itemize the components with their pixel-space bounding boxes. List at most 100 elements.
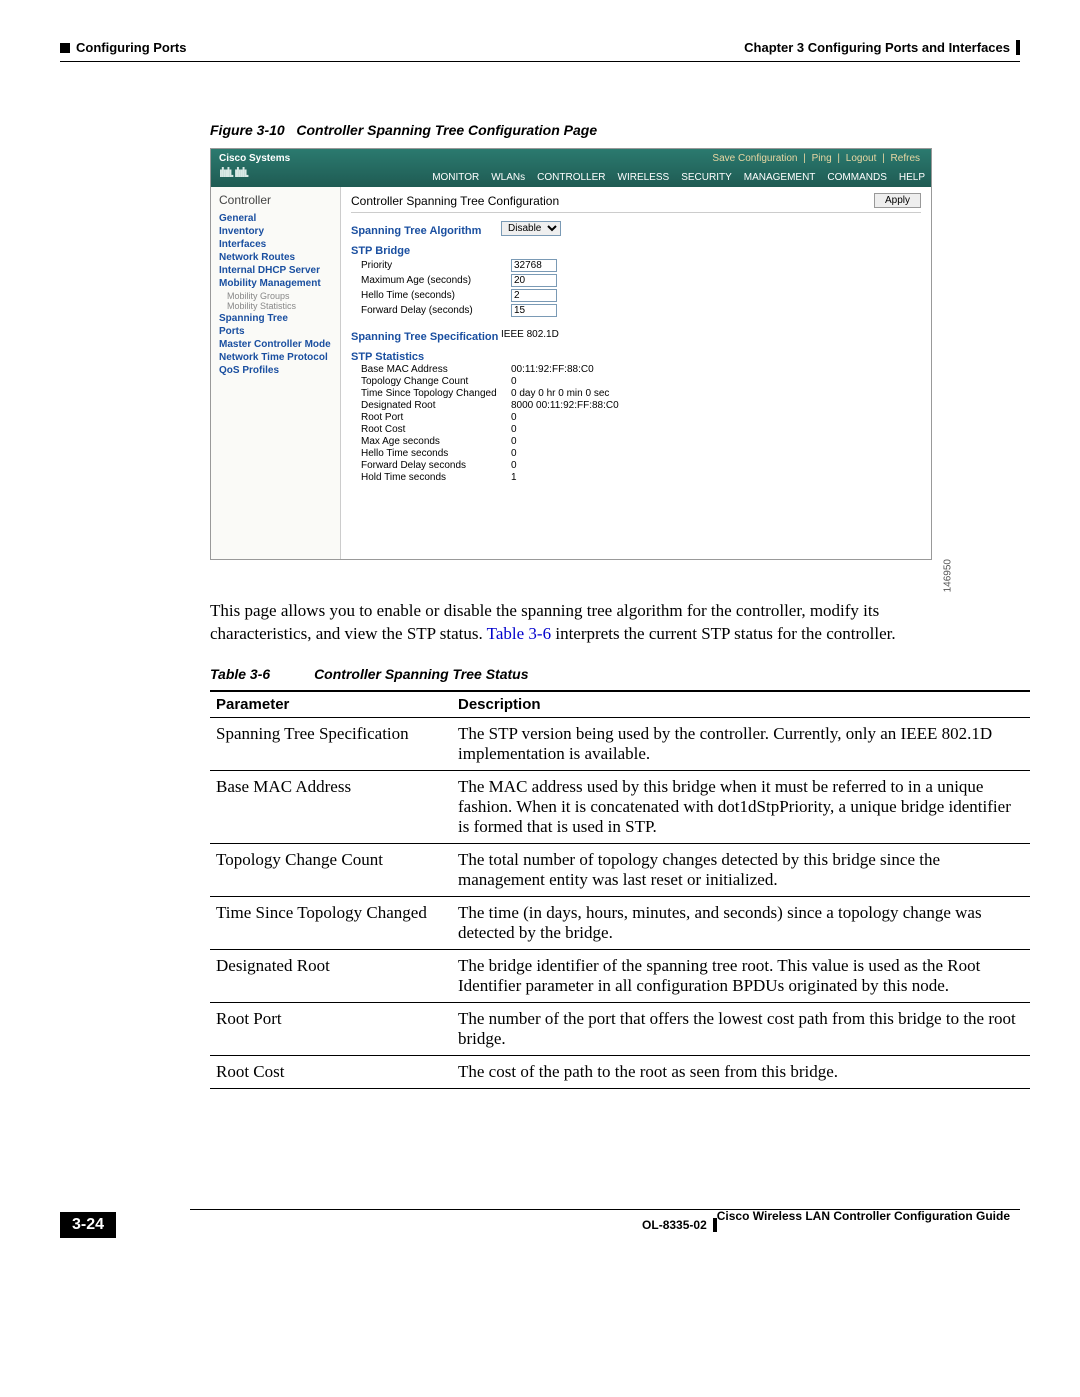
save-config-link[interactable]: Save Configuration [712,153,797,164]
stat-value: 00:11:92:FF:88:C0 [511,364,594,375]
sidebar-item-inventory[interactable]: Inventory [219,226,332,237]
stat-label: Hold Time seconds [351,472,511,483]
cell-description: The time (in days, hours, minutes, and s… [452,896,1030,949]
priority-input[interactable] [511,259,557,272]
sidebar-item-master-controller[interactable]: Master Controller Mode [219,339,332,350]
sidebar-item-general[interactable]: General [219,213,332,224]
cell-parameter: Designated Root [210,949,452,1002]
menu-wlans[interactable]: WLANs [491,172,525,183]
menu-security[interactable]: SECURITY [681,172,732,183]
table-row: Designated RootThe bridge identifier of … [210,949,1030,1002]
chapter-header: Chapter 3 Configuring Ports and Interfac… [744,40,1010,55]
section-header: Configuring Ports [76,40,187,55]
page-number: 3-24 [60,1212,116,1238]
stat-value: 0 [511,436,517,447]
hello-input[interactable] [511,289,557,302]
sidebar-item-spanning-tree[interactable]: Spanning Tree [219,313,332,324]
header-bullet-icon [60,43,70,53]
table-row: Root PortThe number of the port that off… [210,1002,1030,1055]
bridge-label: STP Bridge [351,245,410,257]
fwd-input[interactable] [511,304,557,317]
cell-parameter: Root Port [210,1002,452,1055]
alg-select[interactable]: Disable [501,221,561,236]
stat-row: Hello Time seconds0 [351,448,921,459]
footer-guide: Cisco Wireless LAN Controller Configurat… [717,1209,1010,1223]
cell-parameter: Topology Change Count [210,843,452,896]
col-description: Description [452,691,1030,718]
sidebar-item-interfaces[interactable]: Interfaces [219,239,332,250]
page-title: Controller Spanning Tree Configuration [351,194,559,208]
menu-help[interactable]: HELP [899,172,925,183]
priority-label: Priority [351,260,511,271]
sidebar-item-ntp[interactable]: Network Time Protocol [219,352,332,363]
brand-logo: Cisco Systems ılıılı. ılıılı. [211,149,331,187]
table-row: Time Since Topology ChangedThe time (in … [210,896,1030,949]
cell-parameter: Base MAC Address [210,770,452,843]
stat-label: Root Cost [351,424,511,435]
menu-management[interactable]: MANAGEMENT [744,172,816,183]
table-crossref-link[interactable]: Table 3-6 [487,624,551,643]
sidebar-item-qos[interactable]: QoS Profiles [219,365,332,376]
sidebar-item-mobility[interactable]: Mobility Management [219,278,332,289]
body-text-2: interprets the current STP status for th… [551,624,895,643]
hello-label: Hello Time (seconds) [351,290,511,301]
sidebar-item-dhcp[interactable]: Internal DHCP Server [219,265,332,276]
sidebar-item-ports[interactable]: Ports [219,326,332,337]
stat-row: Hold Time seconds1 [351,472,921,483]
apply-button[interactable]: Apply [874,193,921,208]
stats-label: STP Statistics [351,351,424,363]
stat-value: 0 day 0 hr 0 min 0 sec [511,388,609,399]
menu-monitor[interactable]: MONITOR [432,172,479,183]
stat-row: Topology Change Count0 [351,376,921,387]
stat-value: 0 [511,412,517,423]
cell-description: The total number of topology changes det… [452,843,1030,896]
stat-row: Root Cost0 [351,424,921,435]
stat-row: Designated Root8000 00:11:92:FF:88:C0 [351,400,921,411]
stat-label: Hello Time seconds [351,448,511,459]
stat-label: Root Port [351,412,511,423]
menu-commands[interactable]: COMMANDS [827,172,886,183]
cell-parameter: Root Cost [210,1055,452,1088]
stat-row: Forward Delay seconds0 [351,460,921,471]
stat-row: Max Age seconds0 [351,436,921,447]
figure-title: Controller Spanning Tree Configuration P… [296,122,597,138]
stat-label: Topology Change Count [351,376,511,387]
menu-controller[interactable]: CONTROLLER [537,172,605,183]
cell-description: The cost of the path to the root as seen… [452,1055,1030,1088]
maxage-input[interactable] [511,274,557,287]
ping-link[interactable]: Ping [812,153,832,164]
cell-parameter: Spanning Tree Specification [210,717,452,770]
cell-description: The bridge identifier of the spanning tr… [452,949,1030,1002]
cell-description: The number of the port that offers the l… [452,1002,1030,1055]
stat-row: Time Since Topology Changed0 day 0 hr 0 … [351,388,921,399]
sidebar: Controller General Inventory Interfaces … [211,187,341,559]
figure-label: Figure 3-10 [210,122,285,138]
image-id: 146950 [942,559,953,592]
brand-text: Cisco Systems [219,153,290,164]
sidebar-sub-mobility-groups[interactable]: Mobility Groups [227,291,332,301]
menu-wireless[interactable]: WIRELESS [618,172,670,183]
fwd-label: Forward Delay (seconds) [351,305,511,316]
spec-table: Parameter Description Spanning Tree Spec… [210,690,1030,1089]
table-row: Root CostThe cost of the path to the roo… [210,1055,1030,1088]
stat-row: Base MAC Address00:11:92:FF:88:C0 [351,364,921,375]
footer-doc-id: OL-8335-02 [642,1218,717,1232]
table-row: Base MAC AddressThe MAC address used by … [210,770,1030,843]
table-row: Spanning Tree SpecificationThe STP versi… [210,717,1030,770]
sidebar-item-network-routes[interactable]: Network Routes [219,252,332,263]
spec-label: Spanning Tree Specification [351,331,501,343]
stat-row: Root Port0 [351,412,921,423]
stat-label: Base MAC Address [351,364,511,375]
wave-icon: ılıılı. ılıılı. [219,164,247,180]
table-row: Topology Change CountThe total number of… [210,843,1030,896]
stat-value: 0 [511,448,517,459]
refresh-link[interactable]: Refres [891,153,920,164]
sidebar-sub-mobility-stats[interactable]: Mobility Statistics [227,301,332,311]
stat-value: 0 [511,424,517,435]
cell-parameter: Time Since Topology Changed [210,896,452,949]
col-parameter: Parameter [210,691,452,718]
maxage-label: Maximum Age (seconds) [351,275,511,286]
logout-link[interactable]: Logout [846,153,877,164]
controller-screenshot: Cisco Systems ılıılı. ılıılı. Save Confi… [210,148,932,560]
stat-label: Max Age seconds [351,436,511,447]
